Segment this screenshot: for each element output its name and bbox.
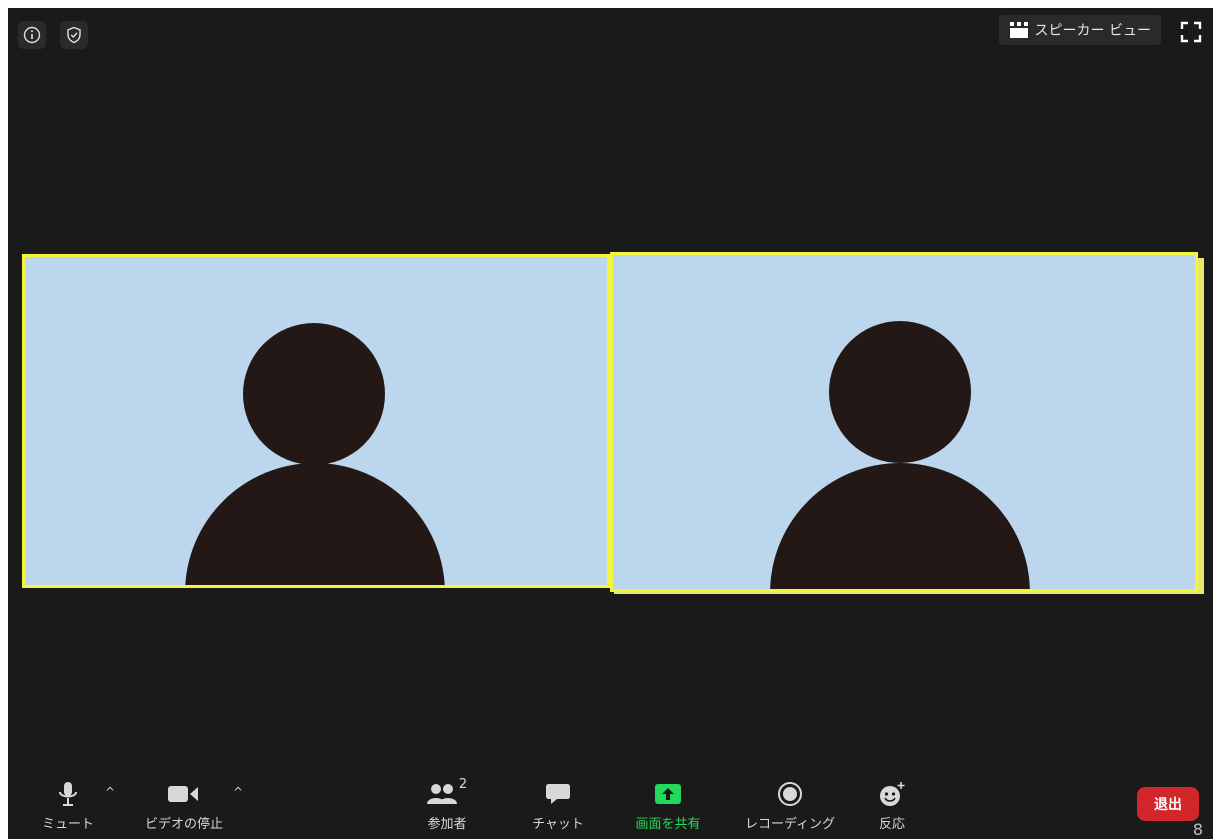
meeting-toolbar: ミュート ^ ビデオの停止 ^ 2 参加者 チャット 画面を共有 レコーディング… <box>8 769 1213 839</box>
reactions-button[interactable]: 反応 <box>872 777 912 832</box>
chat-bubble-icon <box>545 777 571 811</box>
mute-label: ミュート <box>42 817 95 832</box>
grid-view-icon <box>1009 22 1028 38</box>
avatar-body <box>770 463 1030 589</box>
chat-label: チャット <box>532 817 584 832</box>
speaker-view-button[interactable]: スピーカー ビュー <box>998 15 1161 45</box>
participants-count: 2 <box>458 777 468 792</box>
share-screen-button[interactable]: 画面を共有 <box>628 777 708 832</box>
info-icon[interactable] <box>18 21 46 49</box>
participant-tile-1[interactable] <box>22 254 610 588</box>
record-button[interactable]: レコーディング <box>745 777 835 832</box>
record-label: レコーディング <box>744 817 836 832</box>
add-reaction-smiley-icon <box>878 777 906 811</box>
speaker-view-label: スピーカー ビュー <box>1034 23 1151 39</box>
participants-button[interactable]: 2 参加者 <box>422 777 472 832</box>
reactions-label: 反応 <box>878 817 905 832</box>
leave-button[interactable]: 退出 <box>1137 787 1199 821</box>
stop-video-button[interactable]: ビデオの停止 <box>144 777 224 832</box>
participants-icon: 2 <box>426 777 468 811</box>
microphone-icon <box>57 777 79 811</box>
corner-number: 8 <box>1192 820 1203 839</box>
participant-tile-2[interactable] <box>610 252 1198 592</box>
share-screen-icon <box>654 777 682 811</box>
stop-video-label: ビデオの停止 <box>144 817 223 832</box>
avatar-body <box>185 463 445 585</box>
security-shield-icon[interactable] <box>60 21 88 49</box>
chat-button[interactable]: チャット <box>532 777 584 832</box>
mute-button[interactable]: ミュート <box>42 777 94 832</box>
video-camera-icon <box>167 777 201 811</box>
record-icon <box>777 777 803 811</box>
meeting-window: スピーカー ビュー ミュート ^ ビデオの停止 ^ 2 参加者 チャット 画面を… <box>8 8 1213 839</box>
video-options-caret-icon[interactable]: ^ <box>233 785 243 799</box>
avatar-head <box>243 323 385 465</box>
audio-options-caret-icon[interactable]: ^ <box>105 785 115 799</box>
participants-label: 参加者 <box>427 817 467 832</box>
avatar-head <box>829 321 971 463</box>
share-screen-label: 画面を共有 <box>635 817 701 832</box>
fullscreen-icon[interactable] <box>1179 20 1203 44</box>
